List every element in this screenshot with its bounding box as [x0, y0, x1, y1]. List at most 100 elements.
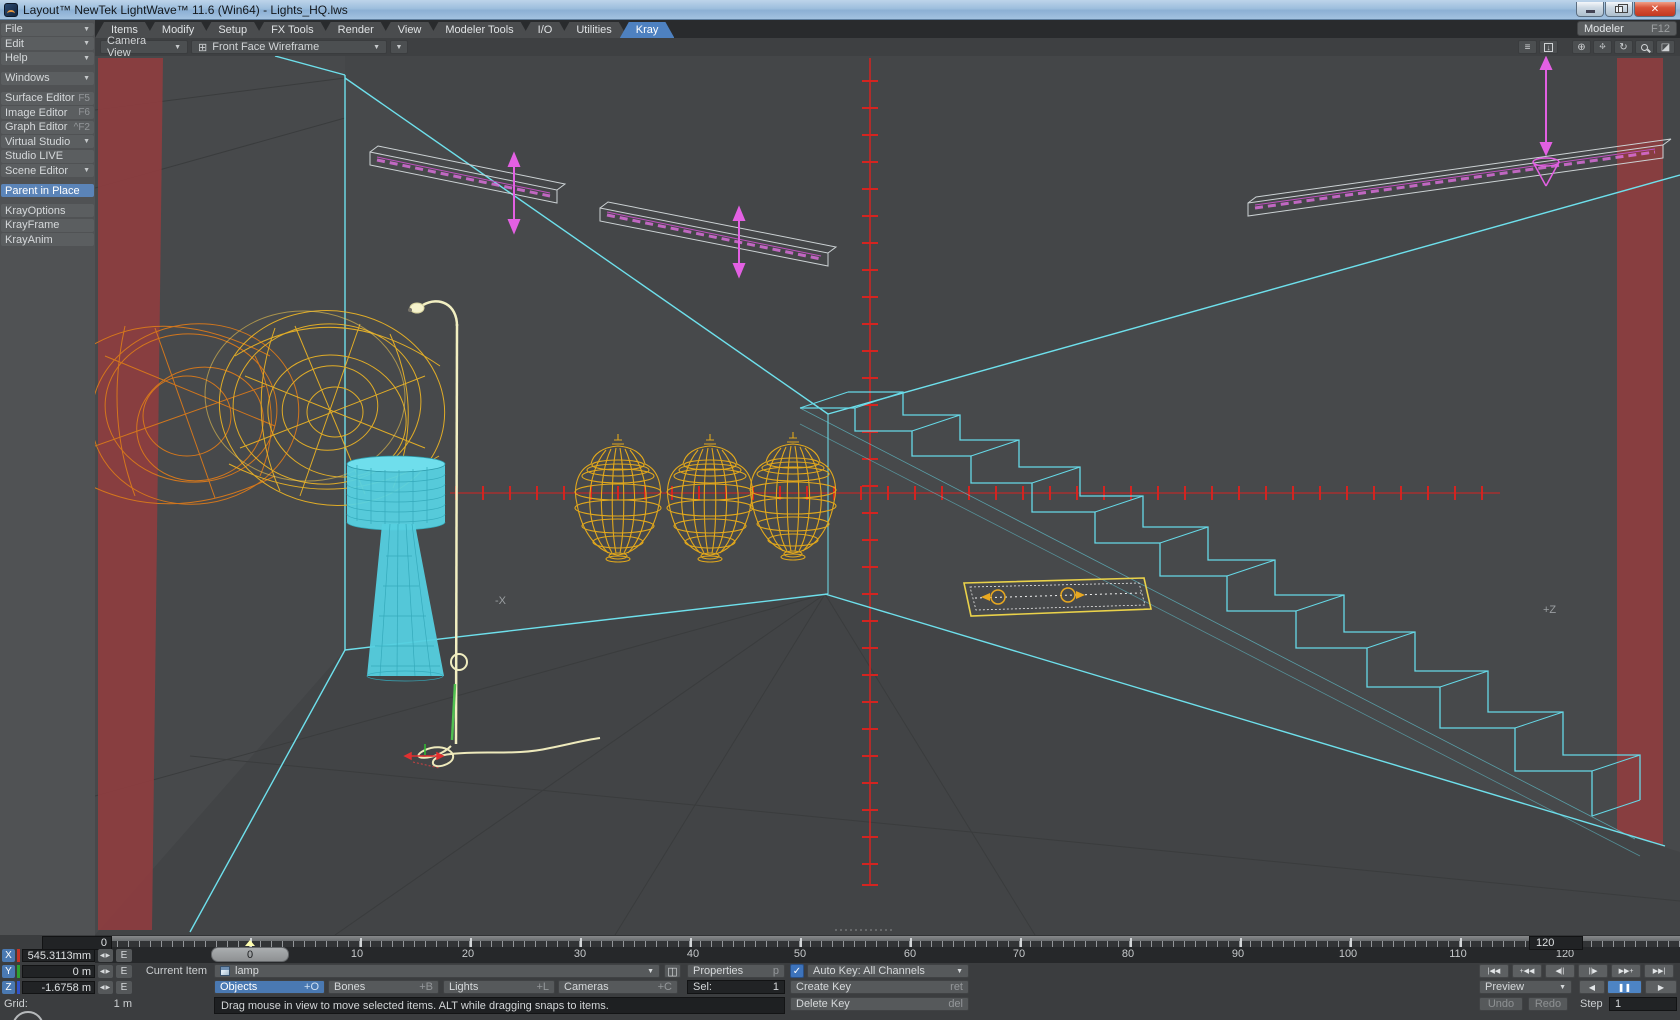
position-y-field[interactable]: 0 m	[22, 965, 95, 978]
sidebar-item-krayoptions[interactable]: KrayOptions	[1, 204, 94, 217]
timeline-numbers[interactable]: 0 102030405060708090100110120	[95, 947, 1680, 963]
axis-y-label: Y	[2, 965, 15, 978]
restore-button[interactable]	[1605, 2, 1633, 17]
end-frame-field[interactable]: 120	[1529, 936, 1583, 950]
nudge-buttons[interactable]: ◀▶	[98, 949, 113, 962]
ruler-major-ticks	[95, 938, 1680, 947]
sidebar-item-label: Parent in Place	[5, 185, 80, 197]
right-red-pillar	[1617, 58, 1663, 845]
preview-dropdown[interactable]: Preview ▼	[1479, 980, 1572, 994]
autokey-dropdown[interactable]: Auto Key: All Channels ▼	[807, 964, 969, 978]
tab-fx-tools[interactable]: FX Tools	[255, 22, 330, 38]
sidebar-item-surface-editor[interactable]: Surface EditorF5	[1, 92, 94, 105]
tab-setup[interactable]: Setup	[202, 22, 263, 38]
frame-slider[interactable]: 0	[211, 947, 289, 962]
nudge-buttons[interactable]: ◀▶	[98, 965, 113, 978]
envelope-button[interactable]: E	[116, 981, 132, 994]
timeline-number: 50	[794, 948, 806, 960]
chevron-down-icon: ▼	[1559, 984, 1566, 991]
save-layout-icon[interactable]: ↓	[1539, 40, 1558, 54]
redo-button[interactable]: Redo	[1528, 997, 1568, 1011]
minimize-button[interactable]	[1576, 2, 1604, 17]
modeler-button[interactable]: Modeler F12	[1577, 21, 1677, 36]
current-item-label: Current Item	[141, 965, 207, 977]
app-icon	[4, 3, 18, 17]
sidebar-item-virtual-studio[interactable]: Virtual Studio▼	[1, 135, 94, 148]
lightwave-layout-window: Layout™ NewTek LightWave™ 11.6 (Win64) -…	[0, 0, 1680, 1020]
go-start-button[interactable]: |◀◀	[1479, 964, 1509, 978]
prev-key-button[interactable]: +◀◀	[1512, 964, 1542, 978]
timeline-number: 80	[1122, 948, 1134, 960]
render-mode-dropdown[interactable]: ⊞ Front Face Wireframe ▼	[191, 40, 387, 54]
position-row-y: Y 0 m◀▶E	[2, 964, 132, 978]
floor-lamp	[347, 456, 445, 681]
window-title: Layout™ NewTek LightWave™ 11.6 (Win64) -…	[23, 3, 348, 17]
position-x-field[interactable]: 545.3113mm	[22, 949, 95, 962]
tab-render[interactable]: Render	[322, 22, 390, 38]
next-key-button[interactable]: ▶▶+	[1611, 964, 1641, 978]
chevron-down-icon: ▼	[174, 44, 181, 51]
current-item-dropdown[interactable]: lamp ▼	[214, 964, 660, 978]
viewport-canvas[interactable]: -X +Z	[95, 56, 1680, 935]
list-icon[interactable]: ≡	[1518, 40, 1537, 54]
nudge-buttons[interactable]: ◀▶	[98, 981, 113, 994]
pan-view-icon[interactable]: ↔↔	[1593, 40, 1612, 54]
undo-button[interactable]: Undo	[1479, 997, 1523, 1011]
selected-light-box[interactable]	[964, 578, 1151, 616]
viewport-extra-dropdown[interactable]: ▼	[390, 40, 408, 54]
sidebar-item-image-editor[interactable]: Image EditorF6	[1, 106, 94, 119]
rotate-view-icon[interactable]: ↻	[1614, 40, 1633, 54]
envelope-button[interactable]: E	[116, 965, 132, 978]
bottom-panel: Position 0 102030405060708090100110120 0…	[0, 935, 1680, 1020]
tab-kray[interactable]: Kray	[620, 22, 675, 38]
left-red-pillar	[98, 58, 163, 930]
category-objects-button[interactable]: Objects+O	[214, 980, 325, 994]
zoom-view-icon[interactable]	[1635, 40, 1654, 54]
axis-color-bar	[17, 949, 20, 962]
tab-view[interactable]: View	[382, 22, 438, 38]
floor-region	[95, 594, 1680, 935]
fit-view-icon[interactable]: ◪	[1656, 40, 1675, 54]
envelope-button[interactable]: E	[116, 949, 132, 962]
step-field[interactable]: 1	[1609, 997, 1677, 1011]
next-frame-button[interactable]: ||▶	[1578, 964, 1608, 978]
axis-label-minus-x: -X	[495, 595, 507, 607]
position-row-x: X545.3113mm◀▶E	[2, 948, 132, 962]
sidebar-item-krayframe[interactable]: KrayFrame	[1, 219, 94, 232]
create-key-button[interactable]: Create Key ret	[790, 980, 969, 994]
timeline-ruler[interactable]	[95, 935, 1680, 947]
sidebar-item-label: Edit	[5, 38, 24, 50]
sidebar-item-windows[interactable]: Windows▼	[1, 72, 94, 85]
object-cube-icon	[220, 966, 230, 976]
tab-modeler-tools[interactable]: Modeler Tools	[429, 22, 529, 38]
chevron-down-icon: ▼	[83, 26, 90, 33]
tab-i-o[interactable]: I/O	[522, 22, 569, 38]
sidebar-item-studio-live[interactable]: Studio LIVE	[1, 150, 94, 163]
autokey-checkbox[interactable]: ✓	[790, 964, 804, 978]
category-lights-button[interactable]: Lights+L	[443, 980, 555, 994]
close-button[interactable]: ✕	[1634, 2, 1676, 17]
sidebar-item-graph-editor[interactable]: Graph Editor^F2	[1, 121, 94, 134]
tab-utilities[interactable]: Utilities	[560, 22, 627, 38]
prev-frame-button[interactable]: ◀||	[1545, 964, 1575, 978]
sidebar-item-parent-in-place[interactable]: Parent in Place	[1, 184, 94, 197]
sidebar-item-file[interactable]: File▼	[1, 23, 94, 36]
viewport[interactable]: -X +Z	[95, 56, 1680, 935]
go-end-button[interactable]: ▶▶|	[1644, 964, 1674, 978]
delete-key-button[interactable]: Delete Key del	[790, 997, 969, 1011]
pause-button[interactable]: ❚❚	[1607, 980, 1642, 994]
properties-button[interactable]: Properties p	[687, 964, 785, 978]
category-cameras-button[interactable]: Cameras+C	[558, 980, 678, 994]
center-item-icon[interactable]: ⊕	[1572, 40, 1591, 54]
position-z-field[interactable]: -1.6758 m	[22, 981, 95, 994]
category-bones-button[interactable]: Bones+B	[328, 980, 439, 994]
selection-count-field: Sel: 1	[687, 980, 785, 994]
play-forward-button[interactable]: ▶	[1645, 980, 1677, 994]
sidebar-item-help[interactable]: Help▼	[1, 52, 94, 65]
sidebar-item-edit[interactable]: Edit▼	[1, 37, 94, 50]
sidebar-item-krayanim[interactable]: KrayAnim	[1, 233, 94, 246]
item-panel-toggle[interactable]: ◫	[664, 964, 681, 978]
view-type-dropdown[interactable]: Camera View ▼	[100, 40, 188, 54]
play-reverse-button[interactable]: ◀	[1579, 980, 1605, 994]
sidebar-item-scene-editor[interactable]: Scene Editor▼	[1, 164, 94, 177]
